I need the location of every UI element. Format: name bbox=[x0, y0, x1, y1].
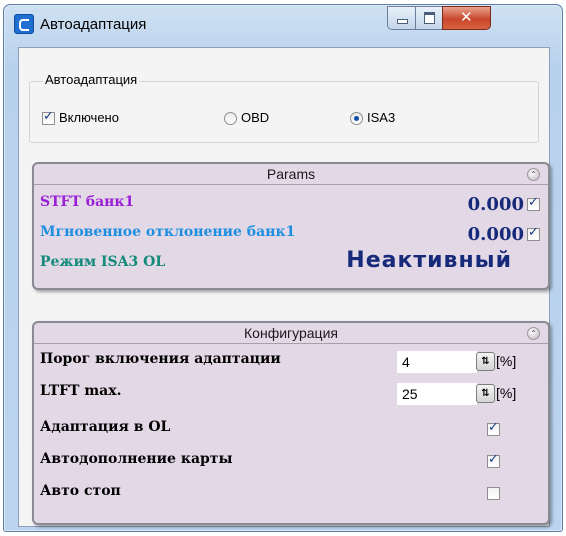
param-value-isa3-ol-box: Неактивный bbox=[348, 248, 512, 276]
autoadapt-group-label: Автоадаптация bbox=[43, 72, 140, 87]
mode-radio-obd[interactable] bbox=[224, 112, 237, 125]
auto-stop-checkbox[interactable] bbox=[487, 487, 500, 500]
param-value-stft: 0.000 bbox=[467, 194, 524, 215]
param-label-stft: STFT банк1 bbox=[40, 194, 135, 210]
params-panel-header: Params bbox=[34, 164, 548, 185]
map-autofill-checkbox[interactable] bbox=[487, 452, 500, 468]
param-value-instant-deviation: 0.000 bbox=[467, 224, 524, 245]
minimize-button[interactable] bbox=[387, 6, 416, 30]
enabled-label: Включено bbox=[59, 110, 119, 125]
param-checkbox-stft[interactable] bbox=[527, 195, 540, 211]
enabled-checkbox[interactable] bbox=[42, 109, 55, 125]
ltft-max-input[interactable]: 25 bbox=[397, 383, 477, 405]
param-value-isa3-ol: Неактивный bbox=[348, 248, 512, 273]
threshold-unit: [%] bbox=[496, 353, 517, 369]
window-title: Автоадаптация bbox=[40, 16, 147, 33]
ltft-max-unit: [%] bbox=[496, 385, 517, 401]
config-label-ltft-max: LTFT max. bbox=[40, 383, 122, 399]
maximize-icon bbox=[424, 12, 435, 24]
config-label-map-autofill: Автодополнение карты bbox=[40, 451, 233, 467]
param-checkbox-instant-deviation[interactable] bbox=[527, 225, 540, 241]
collapse-icon[interactable]: ⌃ bbox=[527, 327, 540, 340]
threshold-spin-icon[interactable]: ⇅ bbox=[476, 352, 495, 371]
param-label-isa3-ol: Режим ISA3 OL bbox=[40, 254, 166, 270]
title-bar[interactable]: Автоадаптация ✕ bbox=[4, 5, 562, 43]
adapt-ol-checkbox[interactable] bbox=[487, 420, 500, 436]
mode-radio-isa3-label: ISA3 bbox=[367, 110, 396, 125]
mode-radio-obd-label: OBD bbox=[241, 110, 270, 125]
app-window: Автоадаптация ✕ Автоадаптация Включено O… bbox=[3, 4, 563, 532]
close-button[interactable]: ✕ bbox=[442, 6, 491, 30]
config-label-threshold: Порог включения адаптации bbox=[40, 351, 281, 367]
config-label-adapt-ol: Адаптация в OL bbox=[40, 419, 171, 435]
minimize-icon bbox=[397, 19, 408, 24]
params-panel: Params ⌃ STFT банк1 0.000 Мгновенное отк… bbox=[32, 162, 550, 290]
config-panel: Конфигурация ⌃ Порог включения адаптации… bbox=[32, 321, 550, 525]
client-area: Автоадаптация Включено OBD ISA3 Params ⌃… bbox=[18, 47, 550, 527]
ltft-max-spin-icon[interactable]: ⇅ bbox=[476, 384, 495, 403]
config-panel-header: Конфигурация bbox=[34, 323, 548, 344]
maximize-button[interactable] bbox=[415, 6, 443, 30]
mode-radio-isa3[interactable] bbox=[350, 112, 363, 125]
collapse-icon[interactable]: ⌃ bbox=[527, 168, 540, 181]
close-icon: ✕ bbox=[460, 8, 473, 26]
config-label-auto-stop: Авто стоп bbox=[40, 483, 121, 499]
param-label-instant-deviation: Мгновенное отклонение банк1 bbox=[40, 224, 296, 240]
app-icon bbox=[14, 14, 34, 34]
threshold-input[interactable]: 4 bbox=[397, 351, 477, 373]
